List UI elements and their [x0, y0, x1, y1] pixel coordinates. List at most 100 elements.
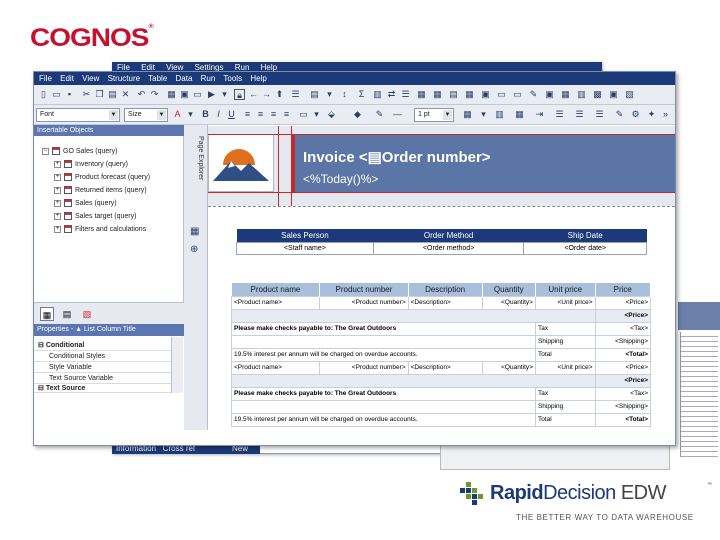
- collapse-icon[interactable]: −: [42, 147, 49, 155]
- col-quantity[interactable]: Quantity: [482, 283, 536, 296]
- menu-edit[interactable]: Edit: [60, 74, 74, 83]
- font-combo[interactable]: Font ▼: [36, 108, 120, 122]
- background-color-icon[interactable]: ⬙: [326, 109, 337, 120]
- font-color-icon[interactable]: A: [172, 109, 183, 120]
- bold-icon[interactable]: B: [200, 109, 211, 120]
- padding-icon[interactable]: ▥: [494, 109, 505, 120]
- properties-icon[interactable]: ▦: [166, 89, 177, 100]
- section-icon[interactable]: ▤: [309, 89, 320, 100]
- company-logo-image[interactable]: [208, 134, 274, 192]
- property-style-variable[interactable]: Style Variable: [34, 362, 174, 373]
- shipping-label[interactable]: Shipping: [534, 399, 596, 414]
- open-icon[interactable]: ▭: [51, 89, 62, 100]
- col-description[interactable]: Description: [408, 283, 483, 296]
- menu-data[interactable]: Data: [176, 74, 193, 83]
- properties-scrollbar[interactable]: [171, 337, 183, 393]
- chart-icon[interactable]: ▥: [372, 89, 383, 100]
- product-list-table[interactable]: Product name Product number Description …: [230, 283, 652, 427]
- property-text-source-variable[interactable]: Text Source Variable: [34, 373, 174, 384]
- tax-label[interactable]: Tax: [534, 321, 596, 336]
- expand-icon[interactable]: +: [54, 225, 61, 233]
- more-icon[interactable]: »: [660, 109, 671, 120]
- property-group-conditional[interactable]: ⊟ Conditional: [34, 340, 174, 351]
- numbered-list-icon[interactable]: ☰: [594, 109, 605, 120]
- fill-color-icon[interactable]: ◆: [352, 109, 363, 120]
- style-icon[interactable]: ✎: [614, 109, 625, 120]
- chart-type-icon[interactable]: ▩: [592, 89, 603, 100]
- tree-item-sales-target[interactable]: + Sales target (query): [54, 212, 136, 220]
- total-value[interactable]: <Total>: [594, 412, 652, 427]
- cell-product-name[interactable]: <Product name>: [230, 360, 321, 375]
- border-style-icon[interactable]: ▭: [298, 109, 309, 120]
- toolbox-tab-icon[interactable]: ▧: [80, 307, 94, 321]
- condition-explorer-icon[interactable]: ⊕: [190, 244, 198, 255]
- property-conditional-styles[interactable]: Conditional Styles: [34, 351, 174, 362]
- sales-info-table[interactable]: Sales Person Order Method Ship Date <Sta…: [236, 229, 647, 255]
- menu-help[interactable]: Help: [250, 74, 266, 83]
- checks-note[interactable]: Please make checks payable to: The Great…: [231, 386, 536, 401]
- cell-price[interactable]: <Price>: [594, 295, 652, 310]
- edit-icon[interactable]: ✎: [528, 89, 539, 100]
- list-icon[interactable]: ☰: [400, 89, 411, 100]
- copy-icon[interactable]: ❐: [94, 89, 105, 100]
- cell-staff-name[interactable]: <Staff name>: [236, 241, 374, 255]
- cell-product-name[interactable]: <Product name>: [230, 295, 321, 310]
- invoice-title[interactable]: Invoice <▤Order number>: [303, 148, 491, 166]
- align-right-icon[interactable]: ≡: [268, 109, 279, 120]
- expand-icon[interactable]: +: [54, 199, 61, 207]
- undo-icon[interactable]: ↶: [136, 89, 147, 100]
- list-style-icon[interactable]: ☰: [574, 109, 585, 120]
- menu-table[interactable]: Table: [148, 74, 167, 83]
- format-icon[interactable]: ⚙: [630, 109, 641, 120]
- col-unit-price[interactable]: Unit price: [535, 283, 596, 296]
- menu-structure[interactable]: Structure: [108, 74, 140, 83]
- today-expression[interactable]: <%Today()%>: [303, 172, 378, 186]
- cell-order-method[interactable]: <Order method>: [372, 241, 525, 255]
- justify-icon[interactable]: ≡: [281, 109, 292, 120]
- size-combo[interactable]: Size ▼: [124, 108, 168, 122]
- col-sales-person[interactable]: Sales Person: [236, 229, 374, 242]
- tree-item-returned-items[interactable]: + Returned items (query): [54, 186, 147, 194]
- cell-unit-price[interactable]: <Unit price>: [534, 360, 596, 375]
- save-icon[interactable]: ▪: [64, 89, 75, 100]
- cut-icon[interactable]: ✂: [81, 89, 92, 100]
- shipping-value[interactable]: <Shipping>: [594, 334, 652, 349]
- page-icon[interactable]: ▣: [480, 89, 491, 100]
- move-left-icon[interactable]: ←: [248, 89, 259, 100]
- footer-icon[interactable]: ▭: [512, 89, 523, 100]
- total-label[interactable]: Total: [534, 347, 596, 362]
- col-price[interactable]: Price: [595, 283, 652, 296]
- move-up-icon[interactable]: ⬆: [274, 89, 285, 100]
- lock-icon[interactable]: 🔒︎: [234, 89, 245, 100]
- cell-quantity[interactable]: <Quantity>: [481, 360, 536, 375]
- page-explorer-tab[interactable]: Page Explorer: [186, 136, 204, 192]
- checks-note[interactable]: Please make checks payable to: The Great…: [231, 321, 536, 336]
- total-label[interactable]: Total: [534, 412, 596, 427]
- redo-icon[interactable]: ↷: [149, 89, 160, 100]
- property-group-text-source[interactable]: ⊟ Text Source: [34, 384, 174, 393]
- drill-icon[interactable]: ▦: [432, 89, 443, 100]
- align-center-icon[interactable]: ≡: [255, 109, 266, 120]
- query-explorer-icon[interactable]: ▦: [190, 226, 199, 237]
- layout-icon[interactable]: ▦: [464, 89, 475, 100]
- menu-view[interactable]: View: [82, 74, 99, 83]
- sort-icon[interactable]: ↕: [339, 89, 350, 100]
- suppress-icon[interactable]: ▤: [448, 89, 459, 100]
- cell-unit-price[interactable]: <Unit price>: [534, 295, 596, 310]
- run-menu-icon[interactable]: ▾: [219, 89, 230, 100]
- up-level-icon[interactable]: ▲: [75, 326, 84, 333]
- cell-product-number[interactable]: <Product number>: [319, 295, 409, 310]
- cell-quantity[interactable]: <Quantity>: [481, 295, 536, 310]
- run-icon[interactable]: ▶: [206, 89, 217, 100]
- sql-icon[interactable]: ▦: [416, 89, 427, 100]
- cell-description[interactable]: <Description>: [407, 360, 483, 375]
- interest-note[interactable]: 19.5% interest per annum will be charged…: [231, 412, 536, 427]
- font-color-menu-icon[interactable]: ▾: [185, 109, 196, 120]
- tree-item-go-sales[interactable]: − GO Sales (query): [42, 147, 117, 155]
- menu-tools[interactable]: Tools: [223, 74, 242, 83]
- col-product-number[interactable]: Product number: [319, 283, 409, 296]
- indent-icon[interactable]: ⇥: [534, 109, 545, 120]
- source-tab-icon[interactable]: ▦: [40, 307, 54, 321]
- shipping-value[interactable]: <Shipping>: [594, 399, 652, 414]
- expand-icon[interactable]: +: [54, 173, 61, 181]
